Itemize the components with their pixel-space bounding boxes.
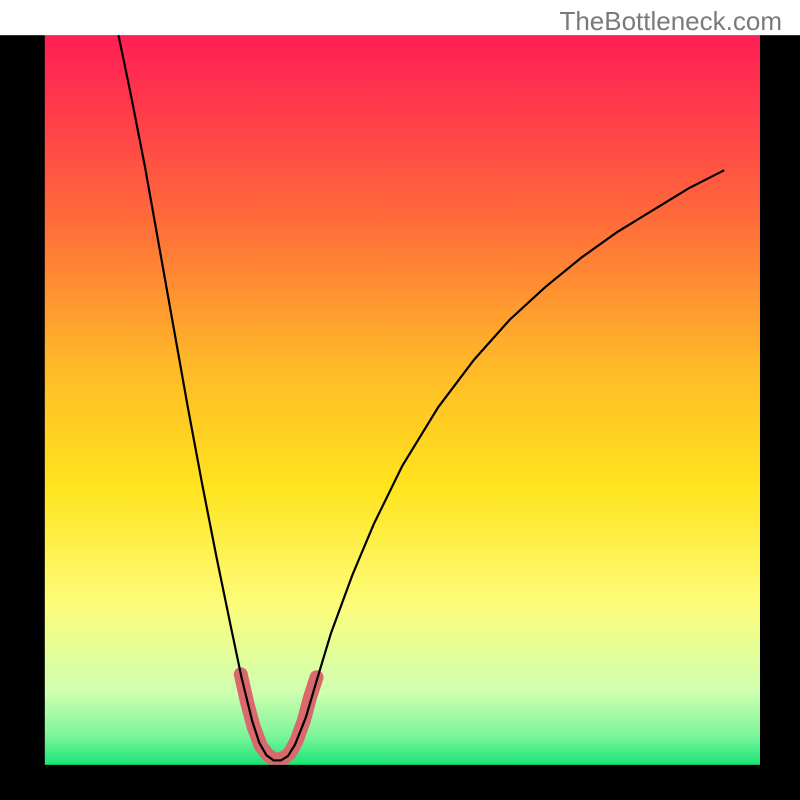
bottleneck-chart: TheBottleneck.com [0, 0, 800, 800]
chart-svg [0, 0, 800, 800]
watermark: TheBottleneck.com [559, 6, 782, 37]
